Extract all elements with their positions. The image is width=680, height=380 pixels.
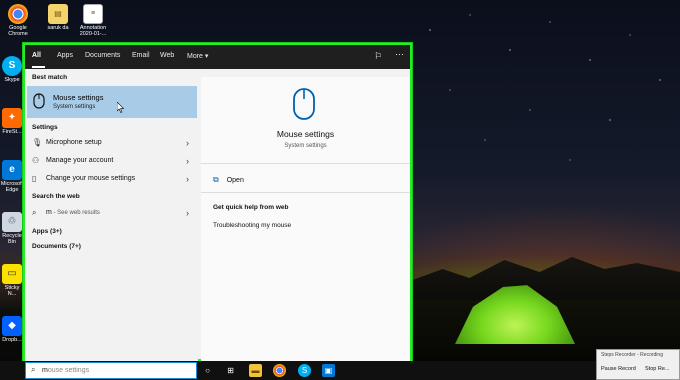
folder-icon: ▤ bbox=[48, 4, 68, 24]
desktop-icon-skype[interactable]: S Skype bbox=[0, 56, 24, 83]
mouse-icon bbox=[33, 93, 45, 109]
store-icon[interactable]: ▣ bbox=[322, 364, 335, 377]
divider bbox=[201, 192, 410, 193]
taskbar: ⌕ mouse settings ○ ⊞ ▬ S ▣ bbox=[0, 361, 680, 380]
tab-apps[interactable]: Apps bbox=[57, 52, 73, 59]
result-preview-pane: Mouse settings System settings ⧉ Open Get… bbox=[201, 77, 410, 361]
recycle-bin-icon: ♲ bbox=[2, 212, 22, 232]
cortana-icon[interactable]: ○ bbox=[201, 364, 214, 377]
mouse-icon: ▯ bbox=[32, 174, 37, 183]
steps-recorder-title: Steps Recorder - Recording bbox=[601, 352, 663, 358]
more-options-icon[interactable]: ··· bbox=[395, 49, 404, 59]
tab-more[interactable]: More ▾ bbox=[187, 52, 208, 60]
search-suggestion-text: ouse settings bbox=[47, 367, 90, 374]
stop-record-button[interactable]: Stop Re... bbox=[645, 366, 669, 372]
chrome-icon bbox=[8, 4, 28, 24]
chevron-right-icon[interactable]: › bbox=[186, 208, 189, 218]
dropbox-icon: ◆ bbox=[2, 316, 22, 336]
night-sky bbox=[429, 14, 661, 161]
chrome-icon[interactable] bbox=[273, 364, 286, 377]
desktop-icon-edge[interactable]: e Microsoft Edge bbox=[0, 160, 24, 193]
web-help-heading: Get quick help from web bbox=[213, 204, 289, 211]
desktop-icon-chrome[interactable]: Google Chrome bbox=[3, 4, 33, 37]
tab-documents[interactable]: Documents bbox=[85, 52, 120, 59]
desktop-icon-firestick[interactable]: ✦ FireSt... bbox=[0, 108, 24, 135]
tab-web[interactable]: Web bbox=[160, 52, 174, 59]
mountain-silhouette bbox=[410, 257, 680, 305]
result-web-search[interactable]: ⌕ m - See web results › bbox=[27, 205, 197, 222]
skype-icon[interactable]: S bbox=[298, 364, 311, 377]
start-search-panel: All Apps Documents Email Web More ▾ ⚐ ··… bbox=[22, 42, 413, 363]
person-icon: ⚇ bbox=[32, 156, 40, 165]
desktop-icon-saruk-da[interactable]: ▤ saruk da bbox=[43, 4, 73, 31]
best-match-result[interactable]: Mouse settings System settings bbox=[27, 86, 197, 118]
preview-subtitle: System settings bbox=[284, 143, 327, 149]
open-action[interactable]: ⧉ Open bbox=[213, 175, 244, 185]
apps-group-heading[interactable]: Apps (3+) bbox=[32, 228, 62, 235]
result-manage-account[interactable]: ⚇ Manage your account › bbox=[27, 153, 197, 170]
sticky-note-icon: ▭ bbox=[2, 264, 22, 284]
result-microphone-setup[interactable]: 🎙︎ Microphone setup › bbox=[27, 135, 197, 152]
microphone-icon: 🎙︎ bbox=[32, 138, 43, 147]
best-match-title: Mouse settings bbox=[53, 93, 104, 102]
chevron-right-icon[interactable]: › bbox=[186, 174, 189, 184]
documents-group-heading[interactable]: Documents (7+) bbox=[32, 243, 81, 250]
results-list: Best match Mouse settings System setting… bbox=[25, 69, 198, 363]
web-query-suffix: - See web results bbox=[51, 210, 100, 216]
chevron-right-icon[interactable]: › bbox=[186, 138, 189, 148]
best-match-subtitle: System settings bbox=[53, 104, 96, 110]
skype-icon: S bbox=[2, 56, 22, 76]
open-window-icon: ⧉ bbox=[213, 175, 219, 184]
search-web-heading: Search the web bbox=[32, 193, 80, 200]
file-explorer-icon[interactable]: ▬ bbox=[249, 364, 262, 377]
tab-all[interactable]: All bbox=[32, 52, 41, 59]
result-change-mouse-settings[interactable]: ▯ Change your mouse settings › bbox=[27, 171, 197, 188]
best-match-heading: Best match bbox=[32, 74, 68, 81]
tab-email[interactable]: Email bbox=[132, 52, 150, 59]
mouse-pointer-icon bbox=[117, 102, 125, 113]
settings-heading: Settings bbox=[32, 124, 58, 131]
steps-recorder-window: Steps Recorder - Recording Pause Record … bbox=[596, 349, 680, 380]
desktop-icon-sticky-notes[interactable]: ▭ Sticky N... bbox=[0, 264, 24, 297]
search-icon: ⌕ bbox=[31, 365, 36, 374]
document-icon: ≡ bbox=[83, 4, 103, 24]
desktop-icon-annotation[interactable]: ≡ Annotation 2020-01-... bbox=[78, 4, 108, 37]
active-tab-indicator bbox=[32, 66, 45, 68]
chevron-right-icon[interactable]: › bbox=[186, 156, 189, 166]
edge-icon: e bbox=[2, 160, 22, 180]
pause-record-button[interactable]: Pause Record bbox=[601, 366, 636, 372]
search-filter-tabs: All Apps Documents Email Web More ▾ ⚐ ··… bbox=[25, 45, 410, 69]
divider bbox=[201, 163, 410, 164]
search-icon: ⌕ bbox=[32, 208, 37, 217]
fire-icon: ✦ bbox=[2, 108, 22, 128]
desktop-icon-recycle-bin[interactable]: ♲ Recycle Bin bbox=[0, 212, 24, 245]
feedback-icon[interactable]: ⚐ bbox=[374, 51, 382, 62]
preview-title: Mouse settings bbox=[276, 129, 335, 139]
task-view-icon[interactable]: ⊞ bbox=[224, 364, 237, 377]
troubleshooting-link[interactable]: Troubleshooting my mouse bbox=[213, 222, 291, 229]
taskbar-search-box[interactable]: ⌕ mouse settings bbox=[25, 362, 197, 379]
mouse-icon bbox=[293, 88, 315, 120]
desktop-icon-dropbox[interactable]: ◆ Dropb... bbox=[0, 316, 24, 343]
